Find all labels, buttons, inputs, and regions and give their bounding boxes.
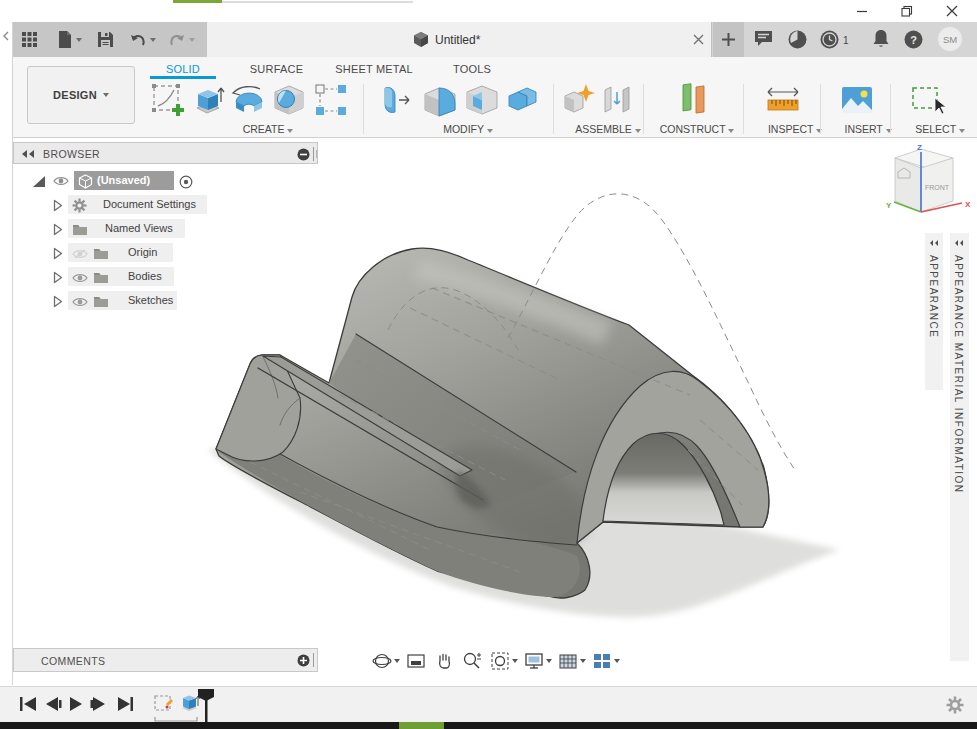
window-close-button[interactable] — [936, 0, 968, 21]
expand-arrow-icon[interactable] — [53, 295, 63, 308]
left-edge-rail — [0, 22, 13, 685]
viewports-icon[interactable] — [592, 651, 612, 671]
browser-panel: BROWSER (Unsaved) Document SettingsNamed… — [13, 142, 318, 164]
display-caret-icon[interactable] — [546, 659, 552, 663]
expand-root-icon[interactable] — [32, 175, 46, 188]
skip-start-icon[interactable] — [20, 697, 36, 711]
model-viewport[interactable] — [0, 0, 977, 729]
look-at-icon[interactable] — [406, 651, 426, 671]
play-icon[interactable] — [70, 697, 82, 711]
comments-title: COMMENTS — [41, 655, 105, 667]
timeline-position-marker[interactable] — [196, 689, 218, 722]
material-collapse-icon — [954, 239, 964, 247]
folder-icon — [93, 295, 109, 308]
visibility-eye-icon[interactable] — [72, 296, 88, 308]
view-cube[interactable]: FRONT Z X Y — [880, 140, 977, 225]
comments-panel[interactable]: COMMENTS — [13, 648, 318, 672]
tree-row-bodies[interactable]: Bodies — [13, 269, 318, 289]
title-accent-line — [222, 1, 413, 3]
tree-row-named-views[interactable]: Named Views — [13, 221, 318, 241]
viewcube-front-label: FRONT — [925, 184, 950, 191]
tree-row-sketches[interactable]: Sketches — [13, 293, 318, 313]
tree-row-origin[interactable]: Origin — [13, 245, 318, 265]
visibility-eye-icon[interactable] — [72, 272, 88, 284]
expand-arrow-icon[interactable] — [53, 223, 63, 236]
timeline-sketch-feature[interactable] — [155, 696, 173, 710]
settings-gear-icon — [72, 198, 87, 213]
maximize-icon — [901, 5, 913, 17]
taskbar-accent-green — [399, 722, 444, 729]
view-navigation-toolbar — [372, 649, 620, 673]
expand-arrow-icon[interactable] — [53, 247, 63, 260]
timeline-group-bracket — [155, 717, 197, 721]
fusion-360-window: Untitled* 1 ? SM DESIGN SOLID SUR — [0, 0, 977, 729]
taskbar-strip — [0, 722, 977, 729]
collapse-panel-icon[interactable] — [21, 149, 36, 159]
material-info-panel-tab[interactable]: APPEARANCE MATERIAL INFORMATION — [950, 233, 969, 661]
panel-drag-handle[interactable] — [313, 147, 314, 161]
fit-caret-icon[interactable] — [512, 659, 518, 663]
minimize-icon — [856, 5, 868, 17]
viewports-caret-icon[interactable] — [614, 659, 620, 663]
zoom-icon[interactable] — [462, 651, 482, 671]
window-title-bar — [0, 0, 977, 22]
visibility-eye-icon[interactable] — [53, 175, 69, 187]
folder-icon — [93, 271, 109, 284]
orbit-icon[interactable] — [372, 651, 392, 671]
root-cube-icon — [78, 174, 93, 189]
comments-drag-handle[interactable] — [313, 653, 314, 667]
tree-row-root[interactable]: (Unsaved) — [13, 173, 318, 193]
visibility-eye-off-icon[interactable] — [72, 248, 88, 260]
timeline-playback — [20, 695, 140, 713]
panel-drag-handle2 — [316, 150, 317, 158]
expand-arrow-icon[interactable] — [53, 199, 63, 212]
title-accent-green — [173, 0, 222, 3]
browser-title: BROWSER — [43, 148, 100, 160]
pan-icon[interactable] — [434, 651, 454, 671]
window-maximize-button[interactable] — [891, 0, 923, 21]
folder-icon — [72, 223, 88, 236]
add-comment-icon[interactable] — [297, 654, 310, 667]
step-back-icon[interactable] — [46, 697, 62, 711]
timeline-bar — [0, 686, 977, 722]
viewcube-z-label: Z — [917, 143, 922, 152]
browser-display-icon[interactable] — [297, 148, 310, 161]
material-tab-label: APPEARANCE MATERIAL INFORMATION — [953, 255, 964, 494]
window-minimize-button[interactable] — [846, 0, 878, 21]
skip-end-icon[interactable] — [118, 697, 133, 711]
folder-icon — [93, 247, 109, 260]
viewcube-x-label: X — [965, 200, 971, 209]
display-settings-icon[interactable] — [524, 651, 544, 671]
root-label: (Unsaved) — [97, 174, 150, 186]
appearance-tab-label: APPEARANCE — [928, 255, 939, 338]
grid-caret-icon[interactable] — [580, 659, 586, 663]
collapse-left-icon[interactable] — [1, 30, 11, 42]
browser-header[interactable]: BROWSER — [13, 142, 318, 164]
viewcube-y-label: Y — [886, 201, 892, 210]
tree-row-document-settings[interactable]: Document Settings — [13, 197, 318, 217]
close-icon — [946, 5, 958, 17]
appearance-collapse-icon — [929, 239, 939, 247]
orbit-caret-icon[interactable] — [394, 659, 400, 663]
grid-icon[interactable] — [558, 651, 578, 671]
activate-radio-icon[interactable] — [179, 175, 193, 189]
appearance-panel-tab[interactable]: APPEARANCE — [925, 233, 943, 390]
expand-arrow-icon[interactable] — [53, 271, 63, 284]
step-forward-icon[interactable] — [91, 697, 106, 711]
timeline-settings-gear-icon[interactable] — [946, 696, 964, 714]
fit-icon[interactable] — [490, 651, 510, 671]
